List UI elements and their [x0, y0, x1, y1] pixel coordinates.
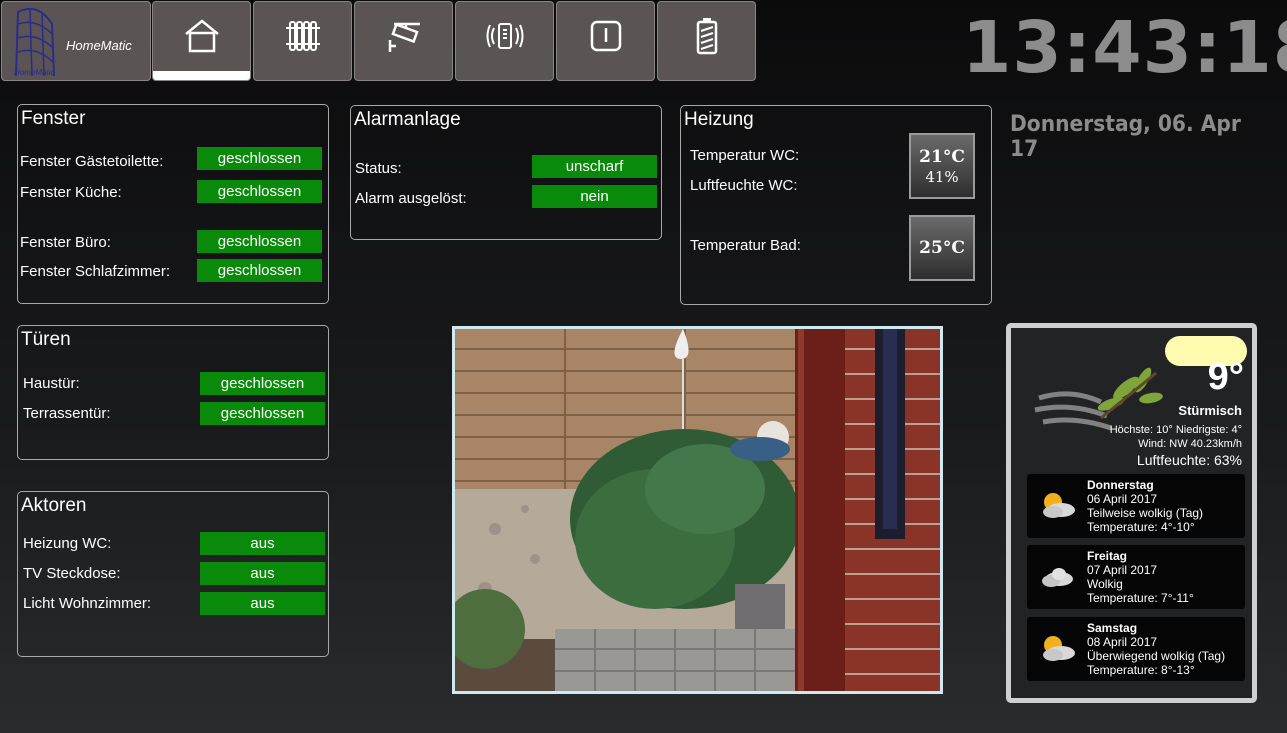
forecast-day-name: Freitag — [1087, 549, 1128, 563]
wc-humidity-value: 41% — [925, 168, 959, 186]
wind: Wind: NW 40.23km/h — [1138, 438, 1242, 450]
tab-camera[interactable] — [354, 1, 453, 81]
forecast-day-name: Donnerstag — [1087, 478, 1154, 492]
camera-image — [455, 329, 940, 691]
heizung-panel: Heizung Temperatur WC: Luftfeuchte WC: T… — [680, 105, 992, 305]
bad-temp-tile[interactable]: 25°C — [909, 215, 975, 281]
forecast-temp: Temperature: 4°-10° — [1087, 520, 1195, 534]
clock: 13:43:18 — [962, 6, 1287, 89]
tab-alarm[interactable] — [455, 1, 554, 81]
radiator-icon — [285, 21, 320, 51]
logo-small-text: HomeMatic — [14, 68, 55, 77]
battery-icon — [696, 18, 717, 55]
panel-title: Fenster — [21, 108, 86, 129]
door-status: geschlossen — [200, 372, 325, 395]
forecast-date: 06 April 2017 — [1087, 492, 1158, 506]
camera-feed[interactable] — [452, 326, 943, 694]
temp-bad-label: Temperatur Bad: — [690, 237, 801, 254]
fenster-status: geschlossen — [197, 147, 322, 170]
forecast-temp: Temperature: 8°-13° — [1087, 663, 1195, 677]
fenster-status: geschlossen — [197, 180, 322, 203]
date: Donnerstag, 06. Apr 17 — [1010, 112, 1241, 162]
camera-icon — [388, 22, 420, 52]
alarm-status-value: unscharf — [532, 155, 657, 178]
forecast-desc: Überwiegend wolkig (Tag) — [1087, 649, 1226, 663]
weather-inner: 9° Stürmisch Höchste: 10° Niedrigste: 4°… — [1011, 328, 1252, 698]
forecast-date: 08 April 2017 — [1087, 635, 1158, 649]
tab-heating[interactable] — [253, 1, 352, 81]
logo-text: HomeMatic — [66, 38, 132, 53]
bad-temp-value: 25°C — [919, 238, 965, 258]
tab-battery[interactable] — [657, 1, 756, 81]
actor-toggle[interactable]: aus — [200, 532, 325, 555]
actor-label: TV Steckdose: — [23, 565, 121, 582]
actor-label: Licht Wohnzimmer: — [23, 595, 152, 612]
actor-label: Heizung WC: — [23, 535, 112, 552]
fenster-label: Fenster Büro: — [20, 234, 111, 251]
mostly-cloudy-icon — [1043, 636, 1075, 661]
tab-home[interactable] — [152, 1, 251, 81]
door-label: Haustür: — [23, 375, 80, 392]
alarm-sensor-icon — [486, 23, 523, 49]
forecast-day: Samstag 08 April 2017 Überwiegend wolkig… — [1027, 617, 1245, 681]
weather-widget: 9° Stürmisch Höchste: 10° Niedrigste: 4°… — [1006, 323, 1257, 703]
current-temperature: 9° — [1207, 356, 1244, 398]
panel-title: Alarmanlage — [354, 109, 461, 130]
forecast-temp: Temperature: 7°-11° — [1087, 591, 1194, 605]
door-status: geschlossen — [200, 402, 325, 425]
forecast-desc: Teilweise wolkig (Tag) — [1087, 506, 1204, 520]
weather-condition: Stürmisch — [1178, 403, 1242, 418]
actor-toggle[interactable]: aus — [200, 592, 325, 615]
temp-wc-label: Temperatur WC: — [690, 147, 800, 164]
forecast-day: Freitag 07 April 2017 Wolkig Temperature… — [1027, 545, 1245, 609]
actor-toggle[interactable]: aus — [200, 562, 325, 585]
wc-climate-tile[interactable]: 21°C 41% — [909, 133, 975, 199]
fenster-status: geschlossen — [197, 259, 322, 282]
alarm-triggered-value: nein — [532, 185, 657, 208]
alarm-status-label: Status: — [355, 160, 402, 177]
tab-switches[interactable] — [556, 1, 655, 81]
house-icon — [184, 19, 219, 53]
door-label: Terrassentür: — [23, 405, 111, 422]
tueren-panel: Türen Haustür: geschlossen Terrassentür:… — [17, 325, 329, 460]
humidity-wc-label: Luftfeuchte WC: — [690, 177, 798, 194]
fenster-label: Fenster Schlafzimmer: — [20, 263, 171, 280]
alarm-panel: Alarmanlage Status: unscharf Alarm ausge… — [350, 105, 662, 240]
forecast-desc: Wolkig — [1087, 577, 1123, 591]
forecast-date: 07 April 2017 — [1087, 563, 1158, 577]
switch-icon — [590, 20, 621, 52]
fenster-label: Fenster Küche: — [20, 184, 122, 201]
fenster-panel: Fenster Fenster Gästetoilette: geschloss… — [17, 104, 329, 304]
forecast-day: Donnerstag 06 April 2017 Teilweise wolki… — [1027, 474, 1245, 538]
high-low-temp: Höchste: 10° Niedrigste: 4° — [1109, 424, 1242, 436]
wc-temp-value: 21°C — [919, 147, 965, 167]
panel-title: Türen — [21, 329, 71, 350]
panel-title: Heizung — [684, 109, 754, 130]
aktoren-panel: Aktoren Heizung WC: aus TV Steckdose: au… — [17, 491, 329, 657]
cloudy-icon — [1042, 568, 1073, 587]
partly-cloudy-icon — [1043, 493, 1075, 518]
homematic-logo-tab[interactable]: HomeMatic HomeMatic — [1, 1, 151, 81]
alarm-triggered-label: Alarm ausgelöst: — [355, 190, 467, 207]
panel-title: Aktoren — [21, 495, 87, 516]
fenster-label: Fenster Gästetoilette: — [20, 153, 164, 170]
fenster-status: geschlossen — [197, 230, 322, 253]
forecast-day-name: Samstag — [1087, 621, 1138, 635]
humidity: Luftfeuchte: 63% — [1136, 452, 1242, 468]
